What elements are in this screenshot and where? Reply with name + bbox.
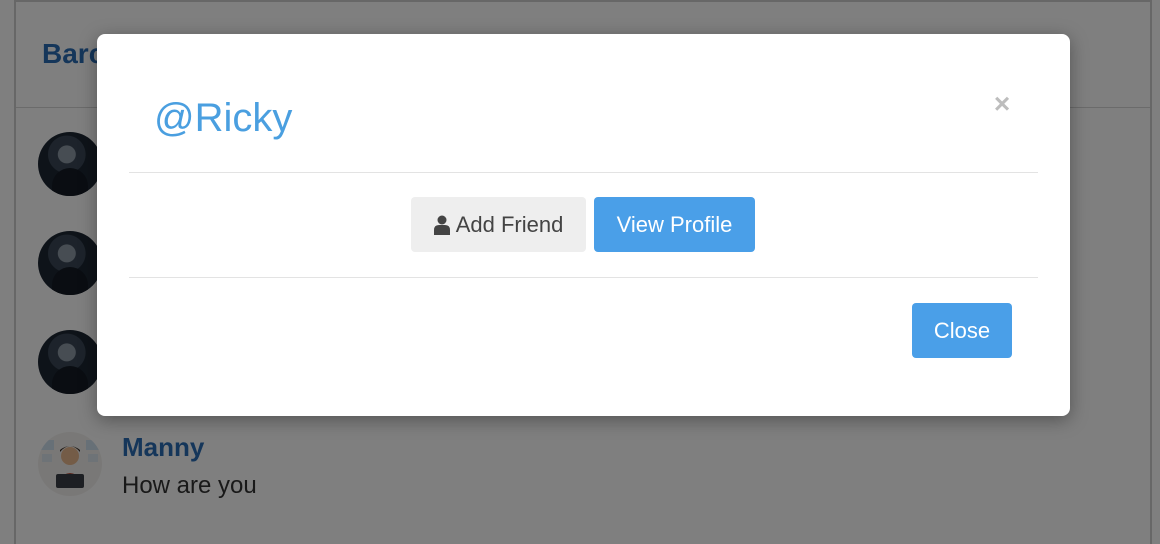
add-friend-button[interactable]: Add Friend	[411, 197, 586, 252]
user-icon	[433, 215, 450, 235]
close-icon[interactable]: ×	[990, 90, 1014, 118]
modal-footer-divider	[129, 277, 1038, 278]
view-profile-button[interactable]: View Profile	[594, 197, 755, 252]
modal-header-divider	[129, 172, 1038, 173]
close-label: Close	[933, 317, 991, 343]
add-friend-label: Add Friend	[455, 211, 564, 237]
view-profile-label: View Profile	[616, 211, 733, 237]
modal-title: @Ricky	[154, 96, 293, 140]
close-button[interactable]: Close	[912, 303, 1012, 358]
user-modal: @Ricky × Add Friend View Profile Close	[97, 34, 1070, 416]
